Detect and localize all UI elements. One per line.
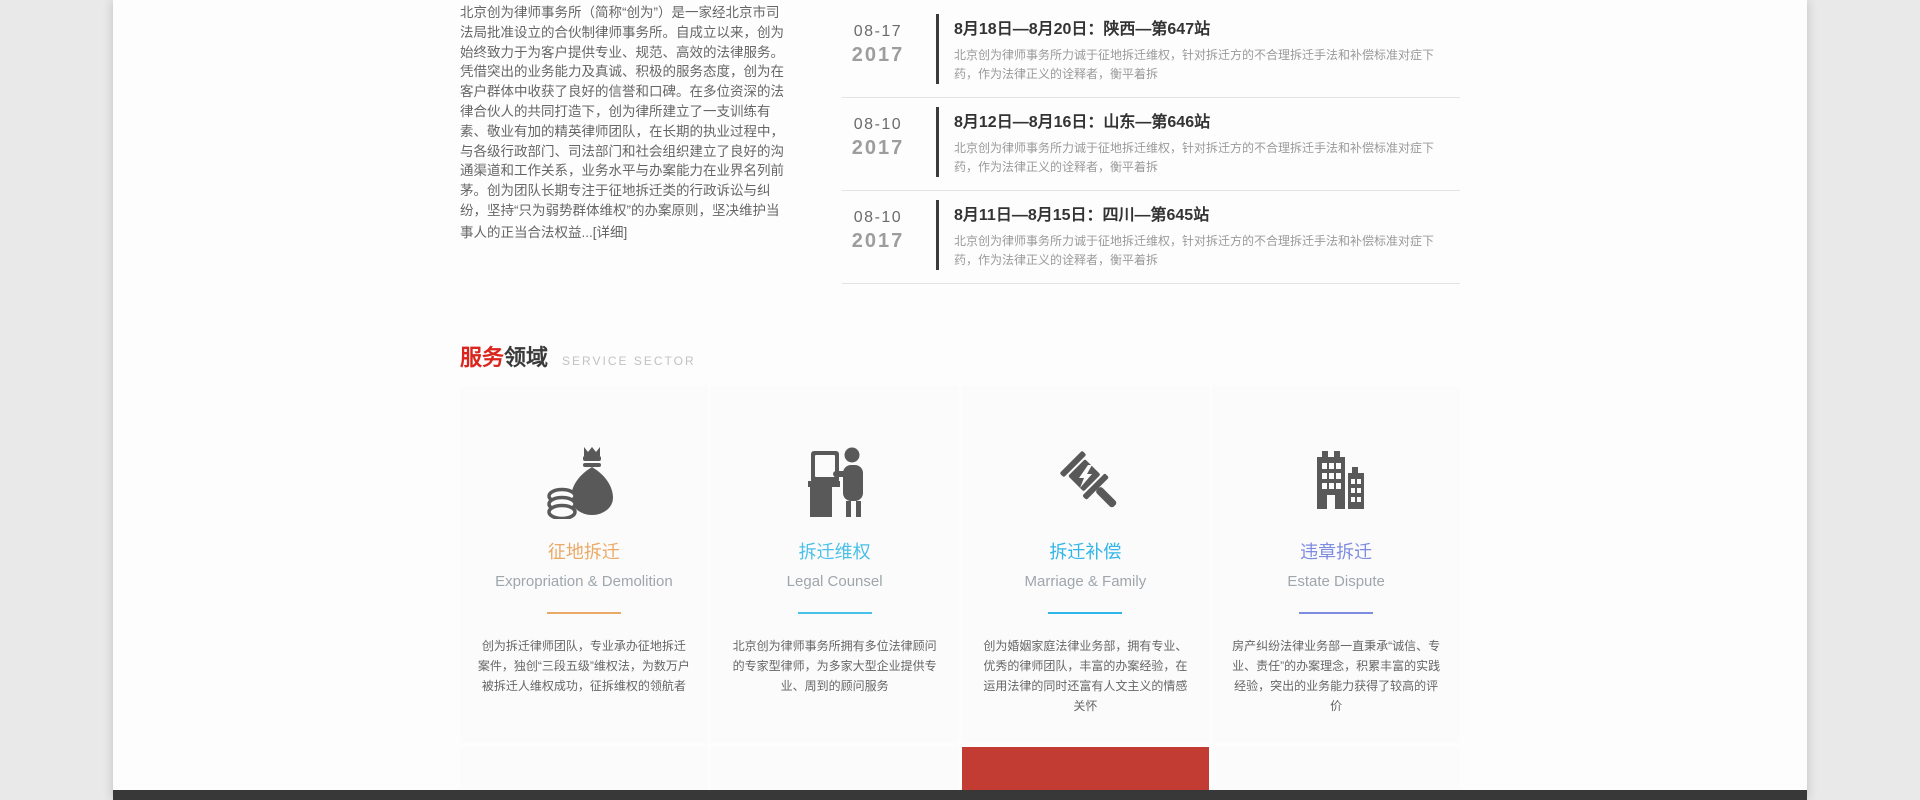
section-subtitle: SERVICE SECTOR [562, 354, 696, 368]
news-desc: 北京创为律师事务所力诚于征地拆迁维权，针对拆迁方的不合理拆迁手法和补偿标准对症下… [954, 234, 1435, 267]
money-bag-icon [460, 436, 708, 522]
news-list: 08-17 2017 8月18日—8月20日：陕西—第647站 北京创为律师事务… [842, 3, 1460, 284]
service-title-zh: 征地拆迁 [547, 542, 620, 562]
news-date-monthday: 08-10 [853, 209, 903, 226]
top-section: 北京创为律师事务所（简称“创为”）是一家经北京市司法局批准设立的合伙制律师事务所… [460, 0, 1460, 284]
gavel-icon [962, 436, 1210, 522]
news-title[interactable]: 8月11日—8月15日：四川—第645站 [954, 201, 1449, 225]
service-description: 北京创为律师事务所拥有多位法律顾问的专家型律师，为多家大型企业提供专业、周到的顾… [732, 639, 937, 693]
service-title-en: Estate Dispute [1287, 573, 1385, 590]
news-item[interactable]: 08-10 2017 8月12日—8月16日：山东—第646站 北京创为律师事务… [842, 98, 1460, 191]
news-title[interactable]: 8月18日—8月20日：陕西—第647站 [954, 15, 1449, 39]
about-paragraph: 北京创为律师事务所（简称“创为”）是一家经北京市司法局批准设立的合伙制律师事务所… [460, 5, 784, 240]
service-title-en: Expropriation & Demolition [495, 573, 673, 590]
news-title[interactable]: 8月12日—8月16日：山东—第646站 [954, 108, 1449, 132]
about-firm-text: 北京创为律师事务所（简称“创为”）是一家经北京市司法局批准设立的合伙制律师事务所… [460, 3, 792, 284]
news-date-monthday: 08-17 [853, 23, 903, 40]
service-underline [1048, 612, 1123, 614]
news-date: 08-10 2017 [842, 107, 914, 177]
service-title-zh: 拆迁补偿 [1049, 542, 1122, 562]
service-section-heading: 服务领域 SERVICE SECTOR [460, 340, 1460, 372]
service-description: 创为拆迁律师团队，专业承办征地拆迁案件，独创“三段五级”维权法，为数万户被拆迁人… [477, 639, 690, 693]
news-date-year: 2017 [851, 137, 905, 159]
section-title: 领域 [504, 345, 549, 370]
service-title-en: Legal Counsel [786, 573, 883, 590]
page: 北京创为律师事务所（简称“创为”）是一家经北京市司法局批准设立的合伙制律师事务所… [113, 0, 1807, 800]
service-card-compensation[interactable]: 拆迁补偿 Marriage & Family 创为婚姻家庭法律业务部，拥有专业、… [961, 386, 1210, 743]
buildings-icon [1212, 436, 1460, 522]
news-item[interactable]: 08-17 2017 8月18日—8月20日：陕西—第647站 北京创为律师事务… [842, 5, 1460, 98]
news-desc: 北京创为律师事务所力诚于征地拆迁维权，针对拆迁方的不合理拆迁手法和补偿标准对症下… [954, 141, 1435, 174]
news-item[interactable]: 08-10 2017 8月11日—8月15日：四川—第645站 北京创为律师事务… [842, 191, 1460, 284]
service-description: 创为婚姻家庭法律业务部，拥有专业、优秀的律师团队，丰富的办案经验，在运用法律的同… [983, 639, 1188, 713]
news-date-monthday: 08-10 [853, 116, 903, 133]
news-date: 08-10 2017 [842, 200, 914, 270]
read-more-link[interactable]: [详细] [593, 225, 628, 240]
service-card-legal-counsel[interactable]: 拆迁维权 Legal Counsel 北京创为律师事务所拥有多位法律顾问的专家型… [710, 386, 959, 743]
news-desc: 北京创为律师事务所力诚于征地拆迁维权，针对拆迁方的不合理拆迁手法和补偿标准对症下… [954, 48, 1435, 81]
service-underline [797, 612, 872, 614]
service-underline [1299, 612, 1374, 614]
service-card-expropriation[interactable]: 征地拆迁 Expropriation & Demolition 创为拆迁律师团队… [460, 386, 708, 743]
service-underline [546, 612, 621, 614]
service-title-zh: 违章拆迁 [1300, 542, 1373, 562]
news-date-year: 2017 [851, 230, 905, 252]
service-title-en: Marriage & Family [1024, 573, 1147, 590]
service-description: 房产纠纷法律业务部一直秉承“诚信、专业、责任”的办案理念，积累丰富的实践经验，突… [1232, 639, 1441, 713]
footer-bar [113, 790, 1807, 800]
section-title-red: 服务 [460, 345, 505, 370]
service-title-zh: 拆迁维权 [798, 542, 871, 562]
legal-counsel-icon [711, 436, 959, 522]
news-date: 08-17 2017 [842, 14, 914, 84]
news-date-year: 2017 [851, 44, 905, 66]
service-card-illegal-demolition[interactable]: 违章拆迁 Estate Dispute 房产纠纷法律业务部一直秉承“诚信、专业、… [1212, 386, 1460, 743]
service-cards-row1: 征地拆迁 Expropriation & Demolition 创为拆迁律师团队… [460, 386, 1460, 743]
